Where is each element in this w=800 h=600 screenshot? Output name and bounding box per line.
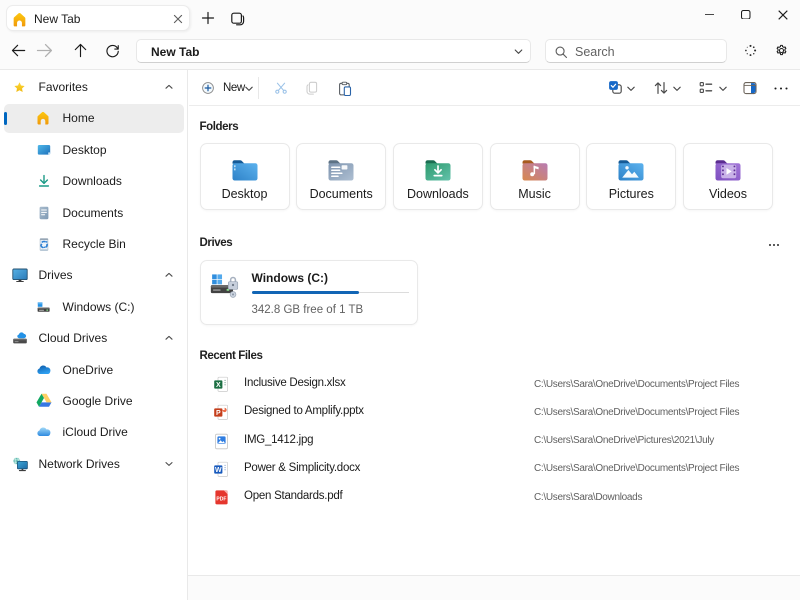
svg-text:PDF: PDF: [216, 497, 226, 503]
svg-text:X: X: [216, 382, 221, 389]
svg-text:W: W: [215, 467, 222, 474]
svg-text:P: P: [216, 410, 221, 417]
